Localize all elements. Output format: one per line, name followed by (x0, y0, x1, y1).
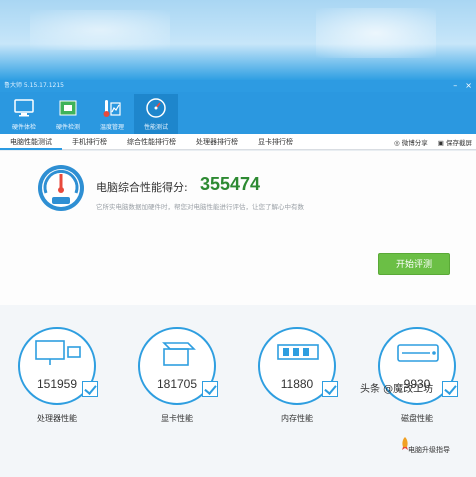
watermark: 头条 @魔改工坊 (360, 384, 434, 395)
score-panel: 电脑综合性能得分: 355474 它所实电脑数据加硬件时，帮您对电脑性能进行评估… (0, 151, 476, 313)
card-label: 处理器性能 (37, 414, 77, 423)
main-toolbar: 硬件体检 硬件检测 温度管理 性能测试 (0, 92, 476, 134)
speedometer-icon (146, 98, 166, 118)
tab-gpu-ranking[interactable]: 显卡排行榜 (248, 134, 303, 150)
monitor-icon (14, 99, 34, 117)
tool-hardware-check[interactable]: 硬件体检 (2, 94, 46, 134)
tool-label: 性能测试 (143, 124, 168, 131)
check-icon (202, 381, 218, 397)
score-value: 355474 (200, 174, 261, 194)
cpu-monitor-icon (35, 340, 81, 365)
disk-icon (397, 344, 439, 362)
memory-icon (277, 344, 319, 360)
window-controls: – × (453, 80, 472, 92)
score-label: 电脑综合性能得分: (96, 181, 188, 194)
start-test-button[interactable]: 开始评测 (378, 253, 450, 275)
tab-cpu-ranking[interactable]: 处理器排行榜 (186, 134, 248, 150)
check-icon (442, 381, 458, 397)
weibo-share-label: 微博分享 (401, 139, 428, 147)
thermometer-icon (103, 100, 121, 117)
save-screenshot-button[interactable]: ▣ 保存截屏 (438, 137, 472, 147)
card-label: 显卡性能 (161, 414, 193, 423)
tool-performance[interactable]: 性能测试 (134, 94, 178, 134)
desktop-background (0, 0, 476, 80)
gauge-icon (38, 165, 84, 211)
upgrade-guide-link[interactable]: 电脑升级指导 (400, 437, 476, 457)
weibo-share-button[interactable]: ◎ 微博分享 (394, 137, 428, 147)
save-screenshot-label: 保存截屏 (446, 139, 472, 147)
tool-label: 硬件检测 (55, 124, 80, 131)
window-title: 鲁大师 5.15.17.1215 (4, 82, 64, 89)
chip-icon (59, 100, 77, 116)
tool-label: 硬件体检 (11, 124, 36, 131)
gpu-cube-icon (162, 342, 196, 366)
close-icon[interactable]: × (465, 80, 472, 92)
tool-hardware-detect[interactable]: 硬件检测 (46, 94, 90, 134)
tab-overall-ranking[interactable]: 综合性能排行榜 (117, 134, 186, 150)
check-icon (82, 381, 98, 397)
upgrade-guide-label: 电脑升级指导 (408, 446, 450, 454)
check-icon (322, 381, 338, 397)
tool-temperature[interactable]: 温度管理 (90, 94, 134, 134)
tool-label: 温度管理 (99, 124, 124, 131)
score-subtitle: 它所实电脑数据加硬件时，帮您对电脑性能进行评估，让您了解心中有数 (96, 203, 304, 211)
tab-phone-ranking[interactable]: 手机排行榜 (62, 134, 117, 150)
tab-pc-performance[interactable]: 电脑性能测试 (0, 134, 62, 150)
title-bar: 鲁大师 5.15.17.1215 – × (0, 80, 476, 92)
minimize-icon[interactable]: – (453, 80, 457, 92)
card-label: 磁盘性能 (401, 414, 433, 423)
card-label: 内存性能 (281, 414, 313, 423)
tab-actions: ◎ 微博分享 ▣ 保存截屏 (394, 134, 472, 150)
app-window: 鲁大师 5.15.17.1215 – × 硬件体检 硬件检测 温度管理 性能测试… (0, 80, 476, 477)
tab-bar: 电脑性能测试 手机排行榜 综合性能排行榜 处理器排行榜 显卡排行榜 ◎ 微博分享… (0, 134, 476, 150)
